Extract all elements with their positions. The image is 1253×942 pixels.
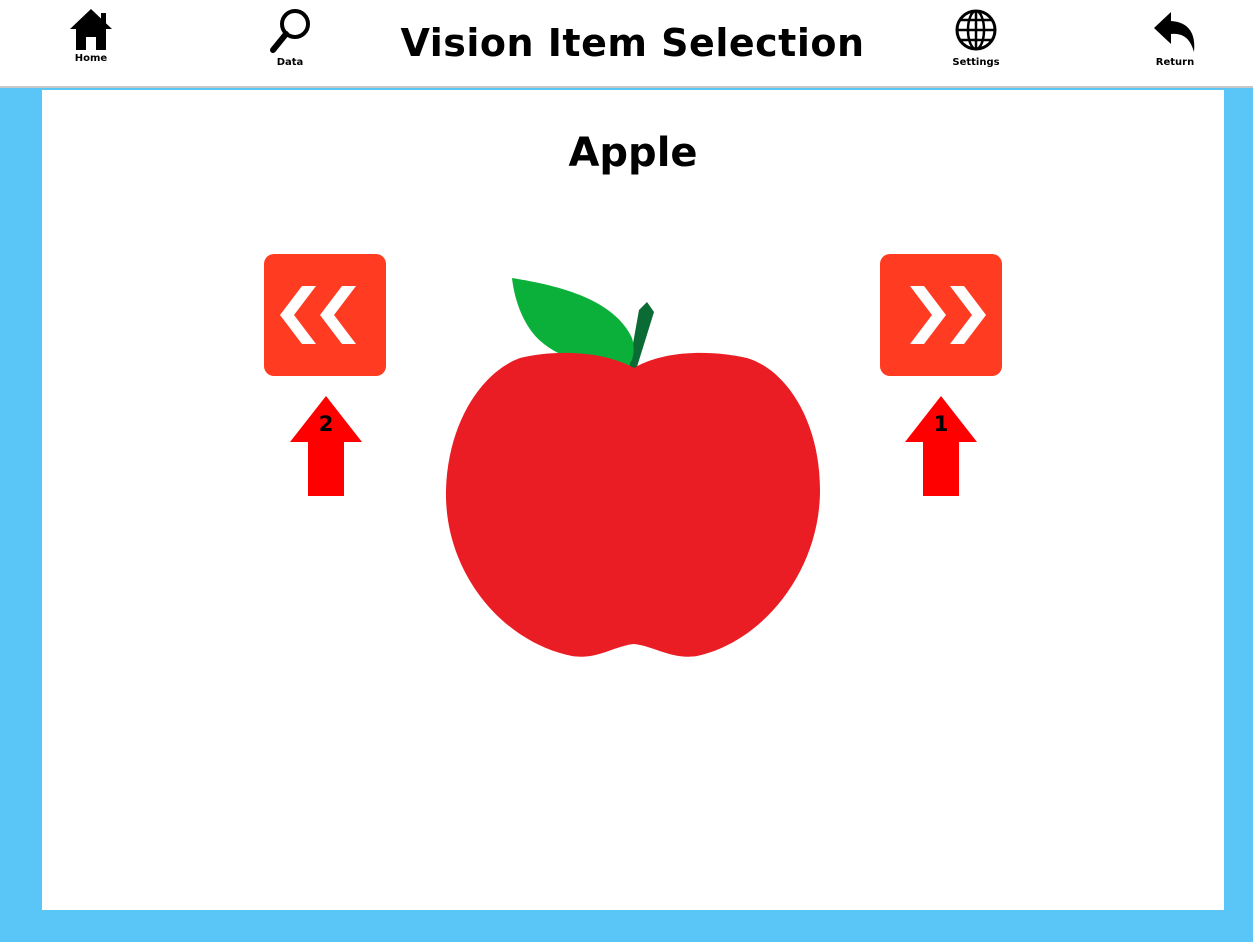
top-bar: Home Data Vision Item Selection Settings…: [0, 0, 1253, 88]
previous-hint-number: 2: [318, 412, 334, 436]
data-label: Data: [276, 57, 304, 68]
previous-item-button[interactable]: [264, 254, 386, 376]
home-label: Home: [74, 53, 108, 64]
home-button[interactable]: Home: [51, 6, 131, 82]
apple-image: [445, 278, 820, 657]
search-icon: [270, 9, 310, 53]
return-arrow-icon: [1154, 12, 1195, 52]
globe-icon: [955, 9, 997, 51]
item-name: Apple: [568, 130, 698, 176]
next-item-button[interactable]: [880, 254, 1002, 376]
double-chevron-right-icon: [910, 286, 986, 344]
next-hint-arrow: 1: [903, 396, 979, 496]
double-chevron-left-icon: [280, 286, 356, 344]
app-title: Vision Item Selection: [400, 21, 865, 65]
home-icon: [70, 9, 112, 50]
return-button[interactable]: Return: [1135, 6, 1215, 82]
settings-button[interactable]: Settings: [936, 6, 1016, 82]
item-panel: Apple 2 1: [42, 90, 1224, 910]
up-arrow-icon: [290, 396, 362, 496]
up-arrow-icon: [905, 396, 977, 496]
settings-label: Settings: [952, 57, 1000, 68]
data-button[interactable]: Data: [250, 6, 330, 82]
previous-hint-arrow: 2: [288, 396, 364, 496]
return-label: Return: [1155, 57, 1195, 68]
next-hint-number: 1: [933, 412, 949, 436]
